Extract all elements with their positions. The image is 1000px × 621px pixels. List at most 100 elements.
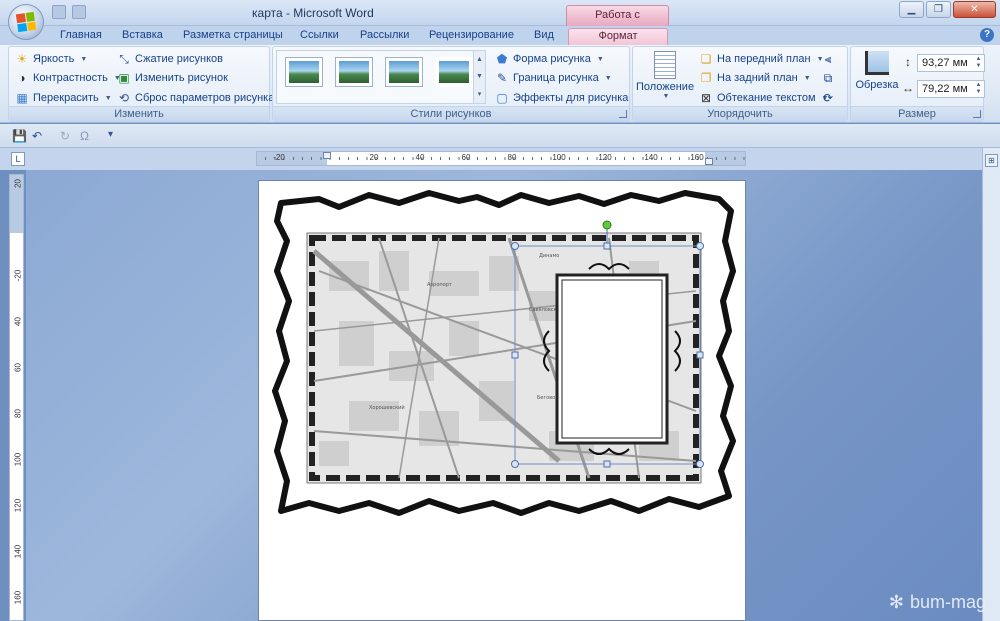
recolor-button[interactable]: ▦ Перекрасить ▼ — [15, 89, 111, 107]
align-button[interactable]: ⫷ — [821, 50, 835, 68]
brightness-label: Яркость — [33, 53, 75, 65]
position-icon — [654, 51, 676, 79]
tab-mailings[interactable]: Рассылки — [360, 28, 409, 45]
change-picture-label: Изменить рисунок — [135, 72, 228, 84]
group-size: Обрезка ↕ 93,27 мм ▲ ▼ ↔ 79,22 мм ▲ ▼ Разм… — [850, 46, 985, 122]
first-line-indent-marker[interactable] — [323, 152, 331, 159]
mini-undo-icon[interactable] — [72, 5, 86, 19]
right-indent-marker[interactable] — [705, 158, 713, 165]
tab-insert[interactable]: Вставка — [122, 28, 163, 45]
picture-border-label: Граница рисунка — [513, 72, 599, 84]
picture-style-3[interactable] — [385, 57, 423, 87]
mini-save-icon[interactable] — [52, 5, 66, 19]
text-wrapping-button[interactable]: ⊠ Обтекание текстом ▼ — [699, 89, 829, 107]
restore-button[interactable]: ❐ — [926, 1, 951, 18]
ruler-number: 60 — [461, 153, 471, 162]
vruler-number: 20 — [13, 179, 23, 188]
ruler-number: 160 — [690, 153, 704, 162]
size-launcher[interactable] — [973, 110, 981, 118]
send-to-back-button[interactable]: ❐ На задний план ▼ — [699, 69, 811, 87]
picture-style-2[interactable] — [335, 57, 373, 87]
group-arrange-label: Упорядочить — [633, 106, 847, 121]
tab-references[interactable]: Ссылки — [300, 28, 339, 45]
position-button[interactable]: Положение ▼ — [636, 51, 694, 100]
compress-pictures-button[interactable]: ⤡ Сжатие рисунков — [117, 50, 223, 68]
picture-styles-launcher[interactable] — [619, 110, 627, 118]
picture-style-4[interactable] — [435, 57, 473, 87]
vruler-number: 140 — [13, 544, 23, 559]
vertical-ruler[interactable]: 20 -20 40 60 80 100 120 140 160 — [9, 174, 24, 621]
tab-review[interactable]: Рецензирование — [429, 28, 514, 45]
tab-home[interactable]: Главная — [60, 28, 102, 45]
page-artwork: Аэропорт Савёловский Хорошевский Беговой… — [272, 190, 736, 516]
crop-button[interactable]: Обрезка — [855, 51, 899, 91]
vruler-number: 100 — [13, 452, 23, 467]
group-objects-button[interactable]: ⧉ — [821, 69, 835, 87]
title-bar: карта - Microsoft Word Работа с рисункам… — [0, 0, 1000, 40]
height-value: 93,27 мм — [922, 57, 968, 69]
picture-styles-gallery: ▲ ▼ ▾ — [276, 50, 486, 104]
tab-page-layout[interactable]: Разметка страницы — [183, 28, 283, 45]
map-label: Беговой — [537, 394, 558, 401]
ornament-frame-inner — [561, 279, 663, 439]
height-input[interactable]: 93,27 мм ▲ ▼ — [917, 54, 985, 72]
group-adjust: ☀ Яркость ▼ ◑ Контрастность ▼ ▦ Перекрасить ▼ … — [8, 46, 274, 122]
ruler-area: L -20 20 40 60 80 100 120 140 160 — [0, 148, 1000, 170]
ruler-number: 120 — [598, 153, 612, 162]
wrap-text-icon: ⊠ — [700, 91, 712, 105]
picture-border-button[interactable]: ✎ Граница рисунка ▼ — [495, 69, 612, 87]
rotate-button[interactable]: ⟳ — [821, 89, 835, 107]
compress-icon: ⤡ — [119, 52, 129, 66]
contrast-button[interactable]: ◑ Контрастность ▼ — [15, 69, 120, 87]
symbol-icon[interactable]: Ω — [80, 129, 89, 143]
title-quick-access — [52, 5, 86, 19]
picture-effects-button[interactable]: ▢Эффекты для рисунка▼ — [495, 89, 641, 107]
watermark: ✻ bum-mag — [889, 592, 986, 613]
gallery-scroll[interactable]: ▲ ▼ ▾ — [473, 51, 485, 103]
minimize-button[interactable]: ▁ — [899, 1, 924, 18]
effects-icon: ▢ — [496, 91, 508, 105]
customize-qat-icon[interactable]: ▾ — [108, 129, 113, 140]
reset-picture-button[interactable]: ⟲ Сброс параметров рисунка — [117, 89, 274, 107]
redo-icon[interactable]: ↻ — [60, 129, 70, 143]
ruler-number: 80 — [507, 153, 517, 162]
group-adjust-label: Изменить — [9, 106, 269, 121]
vertical-scrollbar[interactable]: ⊞ — [982, 148, 1000, 621]
height-spinner[interactable]: ▲ ▼ — [974, 56, 983, 70]
send-back-label: На задний план — [717, 72, 798, 84]
align-icon: ⫷ — [824, 52, 832, 66]
picture-style-1[interactable] — [285, 57, 323, 87]
change-picture-icon: ▣ — [118, 71, 130, 85]
ruler-number: 100 — [552, 153, 566, 162]
tab-format[interactable]: Формат — [568, 28, 668, 45]
text-wrapping-label: Обтекание текстом — [717, 92, 816, 104]
picture-tools-header: Работа с рисунками — [566, 5, 669, 40]
ruler-number: 20 — [369, 153, 379, 162]
tab-view[interactable]: Вид — [534, 28, 554, 45]
brightness-button[interactable]: ☀ Яркость ▼ — [15, 50, 88, 68]
compress-label: Сжатие рисунков — [135, 53, 224, 65]
picture-effects-label: Эффекты для рисунка — [513, 92, 629, 104]
horizontal-ruler[interactable]: -20 20 40 60 80 100 120 140 160 — [256, 151, 746, 166]
view-ruler-toggle-icon[interactable]: ⊞ — [985, 154, 998, 167]
close-button[interactable]: ✕ — [953, 1, 996, 18]
save-icon[interactable]: 💾 — [12, 129, 27, 143]
ruler-number: -20 — [273, 153, 285, 162]
bring-front-label: На передний план — [717, 53, 811, 65]
vruler-number: 60 — [13, 363, 23, 372]
help-icon[interactable]: ? — [980, 28, 994, 42]
change-picture-button[interactable]: ▣ Изменить рисунок — [117, 69, 228, 87]
vruler-number: 160 — [13, 590, 23, 605]
office-button[interactable] — [8, 4, 44, 40]
tab-selector[interactable]: L — [11, 152, 25, 166]
bring-to-front-button[interactable]: ❏ На передний план ▼ — [699, 50, 824, 68]
undo-icon[interactable]: ↶ — [32, 129, 42, 143]
document-page[interactable]: Аэропорт Савёловский Хорошевский Беговой… — [258, 180, 746, 621]
picture-shape-button[interactable]: ⬟ Форма рисунка ▼ — [495, 50, 604, 68]
ruler-number: 140 — [644, 153, 658, 162]
width-input[interactable]: 79,22 мм ▲ ▼ — [917, 80, 985, 98]
recolor-icon: ▦ — [16, 91, 28, 105]
reset-picture-label: Сброс параметров рисунка — [135, 92, 275, 104]
width-spinner[interactable]: ▲ ▼ — [974, 82, 983, 96]
group-picture-styles: ▲ ▼ ▾ ⬟ Форма рисунка ▼ ✎ Граница рисунка ▼ ▢ Э… — [272, 46, 641, 122]
